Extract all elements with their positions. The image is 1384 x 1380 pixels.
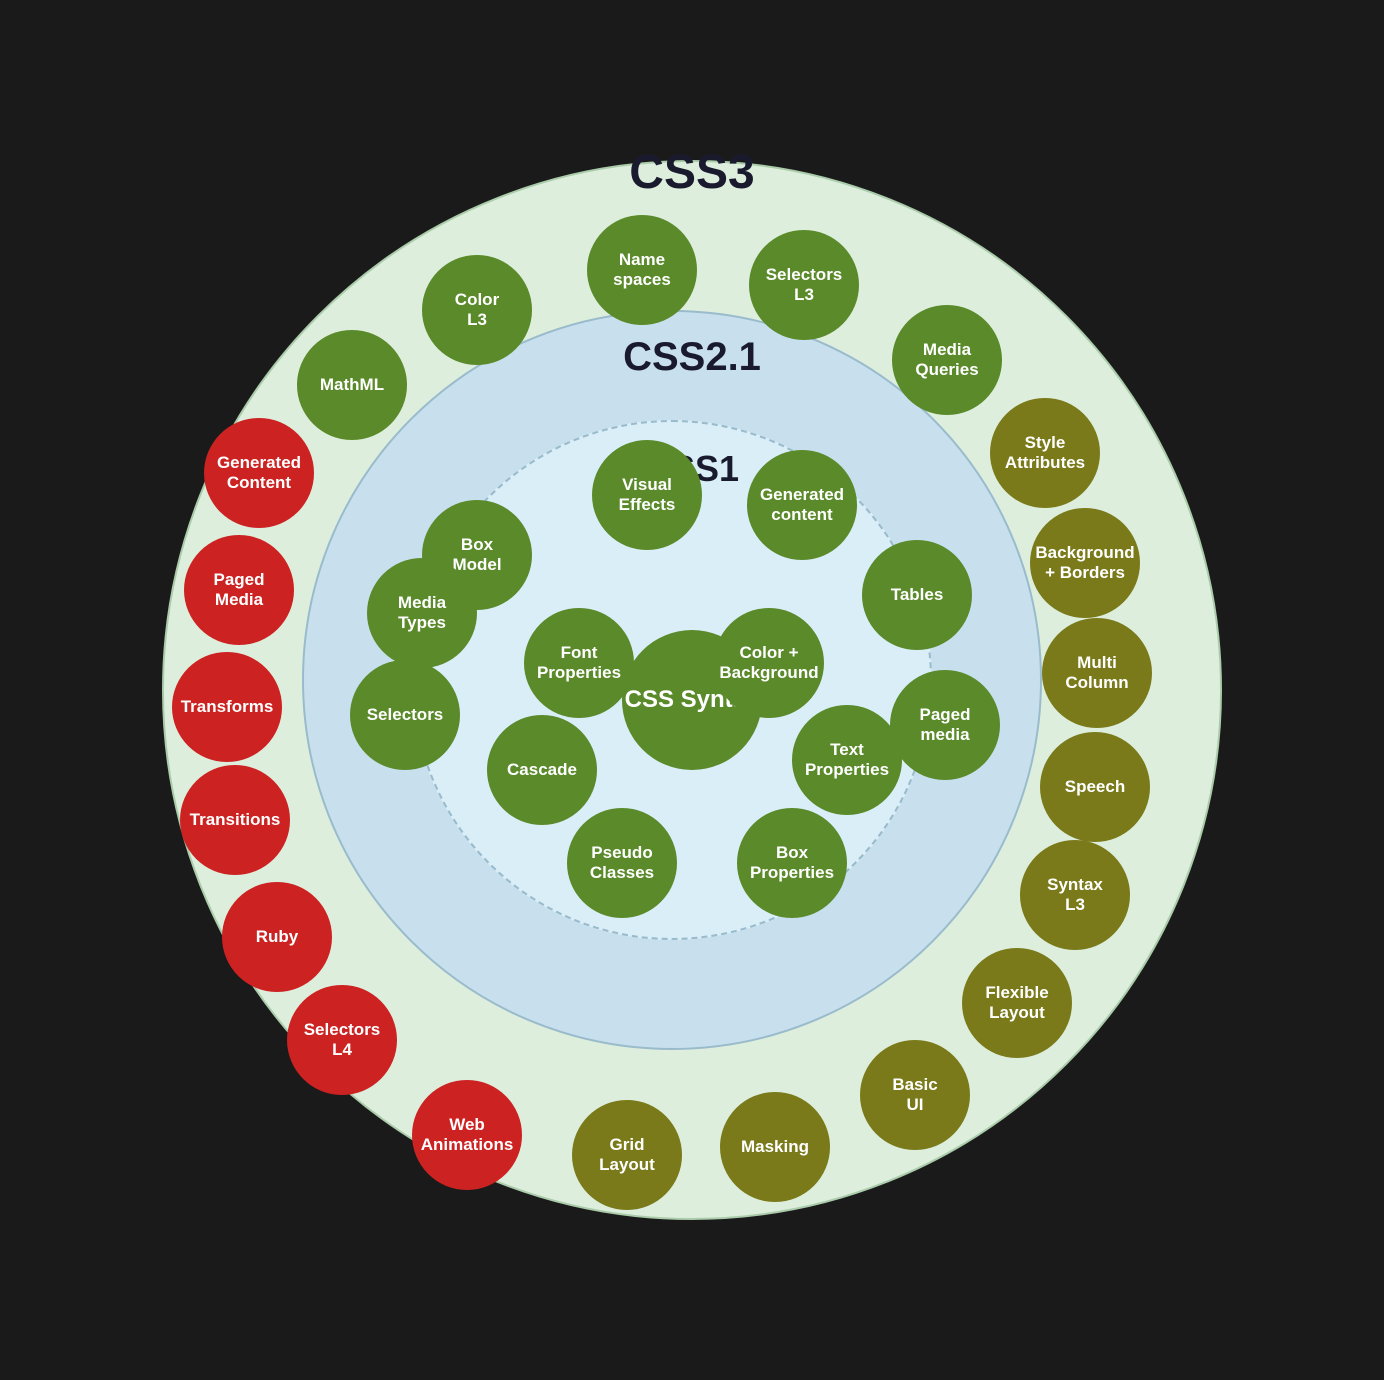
- node-speech[interactable]: Speech: [1040, 732, 1150, 842]
- node-web-animations[interactable]: WebAnimations: [412, 1080, 522, 1190]
- node-flexible-layout[interactable]: FlexibleLayout: [962, 948, 1072, 1058]
- node-media-queries[interactable]: MediaQueries: [892, 305, 1002, 415]
- node-paged-media-css21[interactable]: Pagedmedia: [890, 670, 1000, 780]
- node-visual-effects[interactable]: VisualEffects: [592, 440, 702, 550]
- node-masking[interactable]: Masking: [720, 1092, 830, 1202]
- node-transforms[interactable]: Transforms: [172, 652, 282, 762]
- node-color-l3[interactable]: ColorL3: [422, 255, 532, 365]
- node-basic-ui[interactable]: BasicUI: [860, 1040, 970, 1150]
- node-tables[interactable]: Tables: [862, 540, 972, 650]
- node-paged-media-red[interactable]: PagedMedia: [184, 535, 294, 645]
- node-ruby[interactable]: Ruby: [222, 882, 332, 992]
- node-generated-content-css21[interactable]: Generatedcontent: [747, 450, 857, 560]
- node-namespaces[interactable]: Namespaces: [587, 215, 697, 325]
- node-background-borders[interactable]: Background+ Borders: [1030, 508, 1140, 618]
- node-style-attributes[interactable]: StyleAttributes: [990, 398, 1100, 508]
- node-syntax-l3[interactable]: SyntaxL3: [1020, 840, 1130, 950]
- node-font-properties[interactable]: FontProperties: [524, 608, 634, 718]
- node-box-properties[interactable]: BoxProperties: [737, 808, 847, 918]
- node-color-background-css1[interactable]: Color +Background: [714, 608, 824, 718]
- node-media-types[interactable]: MediaTypes: [367, 558, 477, 668]
- css-diagram: CSS3 CSS2.1 CSS1 CSS Syntax FontProperti…: [142, 140, 1242, 1240]
- node-mathml[interactable]: MathML: [297, 330, 407, 440]
- node-transitions[interactable]: Transitions: [180, 765, 290, 875]
- node-selectors-l3[interactable]: SelectorsL3: [749, 230, 859, 340]
- node-selectors-l4[interactable]: SelectorsL4: [287, 985, 397, 1095]
- node-grid-layout[interactable]: GridLayout: [572, 1100, 682, 1210]
- node-pseudo-classes[interactable]: PseudoClasses: [567, 808, 677, 918]
- node-selectors-css21[interactable]: Selectors: [350, 660, 460, 770]
- node-text-properties[interactable]: TextProperties: [792, 705, 902, 815]
- node-cascade[interactable]: Cascade: [487, 715, 597, 825]
- node-generated-content-red[interactable]: GeneratedContent: [204, 418, 314, 528]
- node-multi-column[interactable]: MultiColumn: [1042, 618, 1152, 728]
